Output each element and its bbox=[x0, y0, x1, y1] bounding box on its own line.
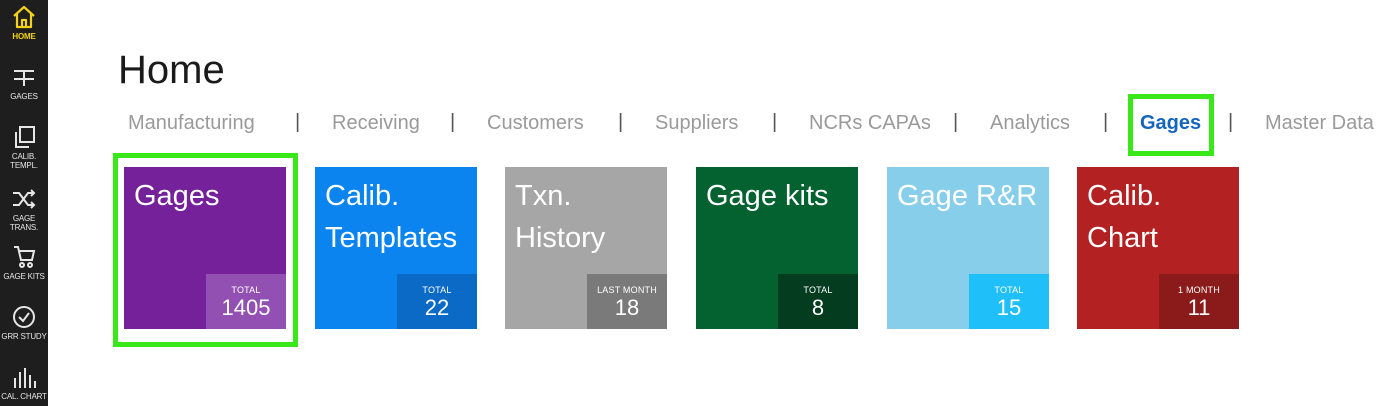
tile-stat: LAST MONTH 18 bbox=[587, 274, 667, 329]
tile-gage-rr[interactable]: Gage R&R TOTAL 15 bbox=[887, 167, 1049, 329]
sidebar-item-label: CAL. CHART bbox=[1, 392, 47, 401]
tab-receiving[interactable]: Receiving bbox=[332, 112, 420, 135]
sidebar-item-home[interactable]: HOME bbox=[0, 4, 48, 41]
tile-stat-value: 11 bbox=[1187, 295, 1211, 320]
tile-title: Calib. Templates bbox=[325, 180, 458, 254]
highlight-box bbox=[1128, 94, 1214, 156]
tab-suppliers[interactable]: Suppliers bbox=[655, 112, 738, 135]
sidebar-item-label: HOME bbox=[12, 32, 36, 41]
tile-title: Calib. Chart bbox=[1087, 180, 1162, 254]
sidebar-item-grr-study[interactable]: GRR STUDY bbox=[0, 304, 48, 341]
tab-manufacturing[interactable]: Manufacturing bbox=[128, 112, 255, 135]
tab-separator: | bbox=[450, 111, 456, 133]
sidebar-item-gage-trans[interactable]: GAGE TRANS. bbox=[0, 186, 48, 232]
tile-stat-caption: 1 MONTH bbox=[1178, 285, 1220, 295]
cart-icon bbox=[0, 244, 48, 270]
tile-title: Gage kits bbox=[706, 180, 829, 212]
tile-calib-templates[interactable]: Calib. Templates TOTAL 22 bbox=[315, 167, 477, 329]
sidebar-item-calib-templ[interactable]: CALIB. TEMPL. bbox=[0, 124, 48, 170]
tile-title: Txn. History bbox=[515, 180, 606, 254]
tile-stat-value: 15 bbox=[996, 295, 1022, 320]
sidebar-item-gages[interactable]: GAGES bbox=[0, 64, 48, 101]
tab-separator: | bbox=[772, 111, 778, 133]
tab-analytics[interactable]: Analytics bbox=[990, 112, 1070, 135]
sidebar-item-label: GRR STUDY bbox=[1, 332, 47, 341]
tile-stat-value: 18 bbox=[614, 295, 640, 320]
sidebar-item-cal-chart[interactable]: CAL. CHART bbox=[0, 364, 48, 401]
tile-stat-caption: TOTAL bbox=[422, 285, 452, 295]
sidebar-item-gage-kits[interactable]: GAGE KITS bbox=[0, 244, 48, 281]
tile-stat: TOTAL 8 bbox=[778, 274, 858, 329]
tile-stat-value: 8 bbox=[811, 295, 825, 320]
tile-txn-history[interactable]: Txn. History LAST MONTH 18 bbox=[505, 167, 667, 329]
shuffle-icon bbox=[0, 186, 48, 212]
sidebar: HOME GAGES CALIB. TEMPL. GAGE TRANS. GAG… bbox=[0, 0, 48, 406]
tab-master-data[interactable]: Master Data bbox=[1265, 112, 1374, 135]
tile-stat: TOTAL 15 bbox=[969, 274, 1049, 329]
tile-stat: TOTAL 22 bbox=[397, 274, 477, 329]
sidebar-item-label: GAGE TRANS. bbox=[9, 214, 39, 232]
home-icon bbox=[0, 4, 48, 30]
tab-separator: | bbox=[953, 111, 959, 133]
check-circle-icon bbox=[0, 304, 48, 330]
tile-gage-kits[interactable]: Gage kits TOTAL 8 bbox=[696, 167, 858, 329]
page-title: Home bbox=[118, 48, 225, 92]
tab-ncrs-capas[interactable]: NCRs CAPAs bbox=[809, 112, 931, 135]
sidebar-item-label: CALIB. TEMPL. bbox=[10, 152, 38, 170]
tile-stat: 1 MONTH 11 bbox=[1159, 274, 1239, 329]
tile-stat-caption: LAST MONTH bbox=[597, 285, 657, 295]
tab-separator: | bbox=[295, 111, 301, 133]
bar-chart-icon bbox=[0, 364, 48, 390]
tile-title: Gage R&R bbox=[897, 180, 1038, 212]
tile-stat-caption: TOTAL bbox=[803, 285, 833, 295]
sidebar-item-label: GAGES bbox=[10, 92, 38, 101]
gage-icon bbox=[0, 64, 48, 90]
tile-stat-value: 22 bbox=[424, 295, 450, 320]
copy-icon bbox=[0, 124, 48, 150]
tab-separator: | bbox=[1103, 111, 1109, 133]
tile-stat-caption: TOTAL bbox=[994, 285, 1024, 295]
tab-separator: | bbox=[1228, 111, 1234, 133]
highlight-box bbox=[113, 153, 298, 347]
tile-calib-chart[interactable]: Calib. Chart 1 MONTH 11 bbox=[1077, 167, 1239, 329]
sidebar-item-label: GAGE KITS bbox=[3, 272, 45, 281]
tab-separator: | bbox=[618, 111, 624, 133]
tab-customers[interactable]: Customers bbox=[487, 112, 584, 135]
